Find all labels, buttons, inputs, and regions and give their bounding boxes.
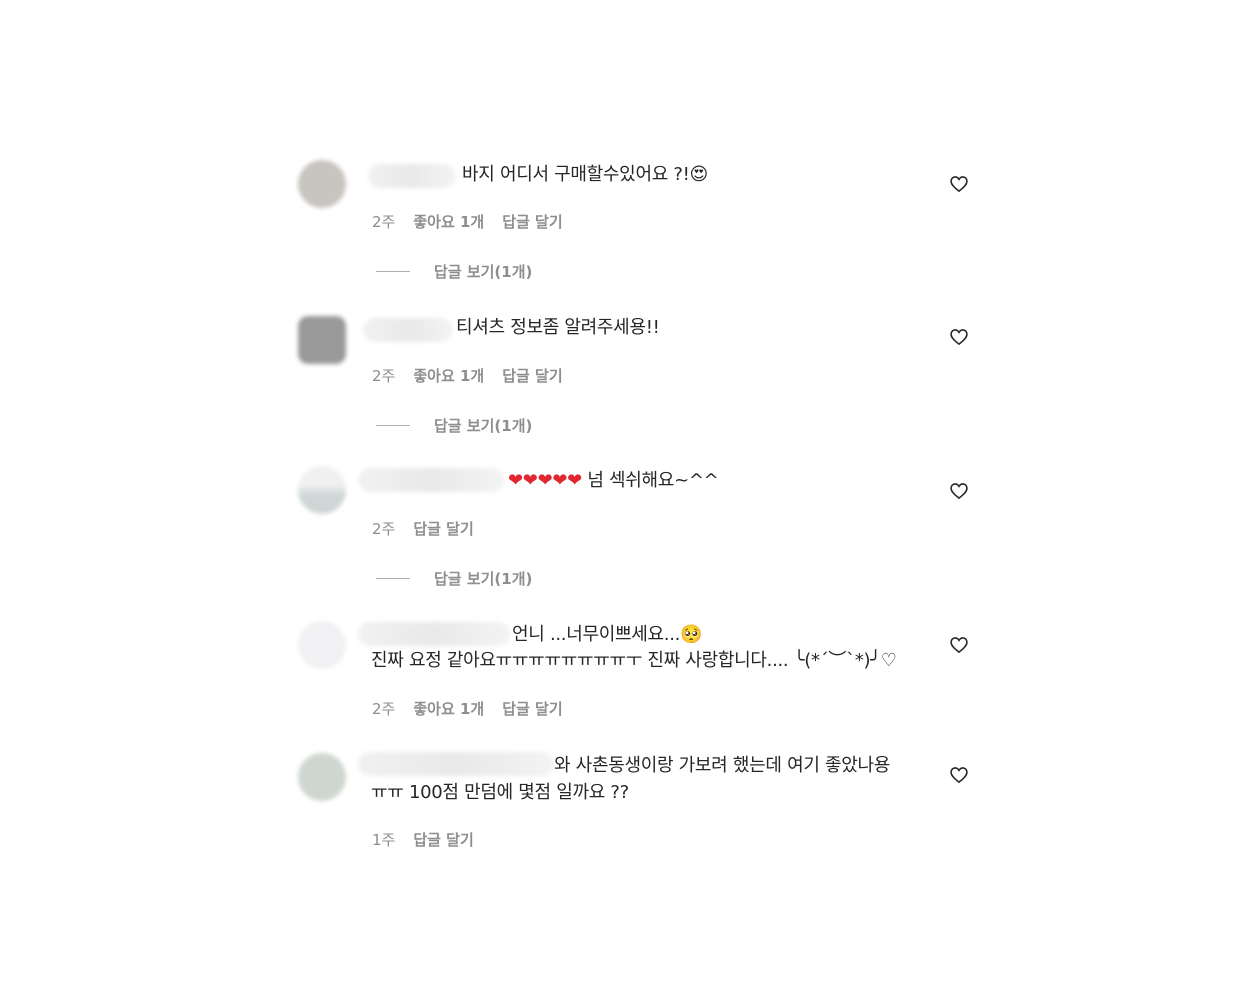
comment-time[interactable]: 2주 <box>372 698 395 719</box>
likes-count[interactable]: 좋아요 1개 <box>413 365 484 386</box>
view-replies-label: 답글 보기(1개) <box>434 570 533 588</box>
comment-text: ❤❤❤❤❤ 넘 섹쉬해요~^^ <box>508 468 719 494</box>
avatar[interactable] <box>298 316 346 364</box>
divider <box>376 578 410 579</box>
divider <box>376 425 410 426</box>
likes-count[interactable]: 좋아요 1개 <box>413 211 484 232</box>
comment-text-line1: 와 사촌동생이랑 가보려 했는데 여기 좋았나용 <box>554 755 891 776</box>
comment-time[interactable]: 1주 <box>372 829 395 850</box>
username-blurred[interactable] <box>358 752 554 776</box>
username-blurred[interactable] <box>358 468 504 492</box>
avatar[interactable] <box>298 621 346 669</box>
heart-outline-icon[interactable] <box>949 765 969 785</box>
comment-time[interactable]: 2주 <box>372 365 395 386</box>
comment-text-line1: 언니 ...너무이쁘세요...🥺 <box>512 624 703 645</box>
reply-button[interactable]: 답글 달기 <box>413 829 473 850</box>
reply-button[interactable]: 답글 달기 <box>502 365 562 386</box>
username-blurred[interactable] <box>368 164 456 188</box>
comment-meta: 2주 좋아요 1개 답글 달기 <box>372 211 563 232</box>
view-replies-button[interactable]: 답글 보기(1개) <box>376 261 532 282</box>
comment-time[interactable]: 2주 <box>372 518 395 539</box>
comment-meta: 2주 답글 달기 <box>372 518 474 539</box>
view-replies-label: 답글 보기(1개) <box>434 417 533 435</box>
comment-text-body: 넘 섹쉬해요~^^ <box>587 470 719 491</box>
username-blurred[interactable] <box>358 622 510 646</box>
comment-text-line2: ㅠㅠ 100점 만덤에 몇점 일까요 ?? <box>371 782 629 803</box>
reply-button[interactable]: 답글 달기 <box>413 518 473 539</box>
comment-text: 바지 어디서 구매할수있어요 ?!😍 <box>462 164 709 185</box>
heart-outline-icon[interactable] <box>949 327 969 347</box>
reply-button[interactable]: 답글 달기 <box>502 211 562 232</box>
avatar[interactable] <box>298 160 346 208</box>
avatar[interactable] <box>298 466 346 514</box>
view-replies-button[interactable]: 답글 보기(1개) <box>376 568 532 589</box>
comment-list: 바지 어디서 구매할수있어요 ?!😍 2주 좋아요 1개 답글 달기 답글 보기… <box>0 0 1260 1000</box>
divider <box>376 271 410 272</box>
comment-meta: 2주 좋아요 1개 답글 달기 <box>372 698 563 719</box>
heart-outline-icon[interactable] <box>949 481 969 501</box>
username-blurred[interactable] <box>363 318 453 342</box>
comment-text: 티셔츠 정보좀 알려주세용!! <box>456 317 660 338</box>
avatar[interactable] <box>298 753 346 801</box>
heart-outline-icon[interactable] <box>949 635 969 655</box>
comment-meta: 2주 좋아요 1개 답글 달기 <box>372 365 563 386</box>
view-replies-button[interactable]: 답글 보기(1개) <box>376 415 532 436</box>
heart-outline-icon[interactable] <box>949 174 969 194</box>
hearts-emoji: ❤❤❤❤❤ <box>508 470 582 491</box>
reply-button[interactable]: 답글 달기 <box>502 698 562 719</box>
comment-meta: 1주 답글 달기 <box>372 829 474 850</box>
comment-time[interactable]: 2주 <box>372 211 395 232</box>
likes-count[interactable]: 좋아요 1개 <box>413 698 484 719</box>
view-replies-label: 답글 보기(1개) <box>434 263 533 281</box>
comment-text-line2: 진짜 요정 같아요ㅠㅠㅠㅠㅠㅠㅠㅠㅜ 진짜 사랑합니다.... ╰(*´︶`*)… <box>371 650 897 671</box>
